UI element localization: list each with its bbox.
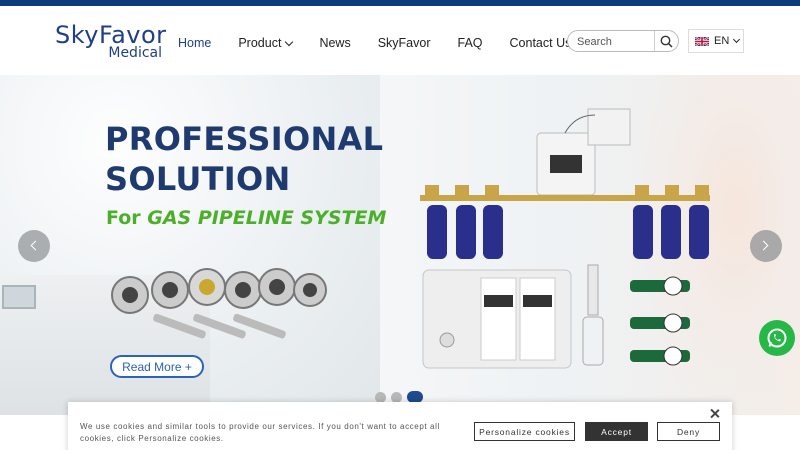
chevron-down-icon <box>285 37 294 46</box>
whatsapp-icon <box>767 328 787 348</box>
site-header: SkyFavor Medical Home Product News SkyFa… <box>0 6 800 75</box>
product-illustration <box>111 108 710 369</box>
nav-item-faq[interactable]: FAQ <box>458 33 483 53</box>
search-box <box>567 30 679 52</box>
slider-dot[interactable] <box>391 391 402 403</box>
search-button[interactable] <box>654 31 678 51</box>
gas-outlets-image <box>111 268 327 339</box>
nav-item-label: Product <box>238 36 282 50</box>
main-nav: Home Product News SkyFavor FAQ Contact U… <box>178 33 598 53</box>
oxygen-regulators-image <box>630 276 690 366</box>
language-label: EN <box>714 35 730 47</box>
control-unit-image <box>536 108 631 196</box>
nav-item-label: Home <box>178 36 212 50</box>
slider-dot[interactable] <box>375 391 386 403</box>
nav-item-label: SkyFavor <box>377 36 431 50</box>
nav-item-news[interactable]: News <box>319 33 350 53</box>
nav-item-label: News <box>319 36 351 50</box>
search-icon <box>660 35 673 48</box>
gas-alarm-panel-image <box>422 269 572 369</box>
deny-cookies-button[interactable]: Deny <box>657 422 720 441</box>
nav-item-label: Contact Us <box>509 36 572 50</box>
read-more-button[interactable]: Read More + <box>110 355 204 378</box>
nav-item-label: FAQ <box>457 36 483 50</box>
accept-cookies-button[interactable]: Accept <box>585 422 648 441</box>
search-input[interactable] <box>577 34 655 49</box>
nav-item-skyfavor[interactable]: SkyFavor <box>378 33 431 53</box>
nav-item-product[interactable]: Product <box>238 33 294 53</box>
cookie-banner-text: We use cookies and similar tools to prov… <box>80 422 440 443</box>
personalize-cookies-button[interactable]: Personalize cookies <box>474 422 575 441</box>
slider-prev-button[interactable] <box>18 230 50 262</box>
whatsapp-button[interactable] <box>759 320 795 356</box>
cookie-banner: We use cookies and similar tools to prov… <box>68 402 732 450</box>
slider-next-button[interactable] <box>750 230 782 262</box>
hero-slider: PROFESSIONAL SOLUTION For GAS PIPELINE S… <box>0 75 800 415</box>
close-icon[interactable] <box>709 408 721 420</box>
nav-item-home[interactable]: Home <box>178 33 211 53</box>
uk-flag-icon <box>695 36 709 46</box>
site-logo[interactable]: SkyFavor Medical <box>55 22 166 64</box>
language-selector[interactable]: EN <box>688 29 744 53</box>
logo-sub-text: Medical <box>108 45 162 61</box>
chevron-left-icon <box>30 240 41 251</box>
flowmeter-image <box>582 264 604 366</box>
monitor-image <box>2 285 36 309</box>
chevron-right-icon <box>758 240 769 251</box>
gas-cylinders-image <box>427 205 709 259</box>
chevron-down-icon <box>733 35 741 44</box>
nav-item-contact-us[interactable]: Contact Us <box>510 33 572 53</box>
